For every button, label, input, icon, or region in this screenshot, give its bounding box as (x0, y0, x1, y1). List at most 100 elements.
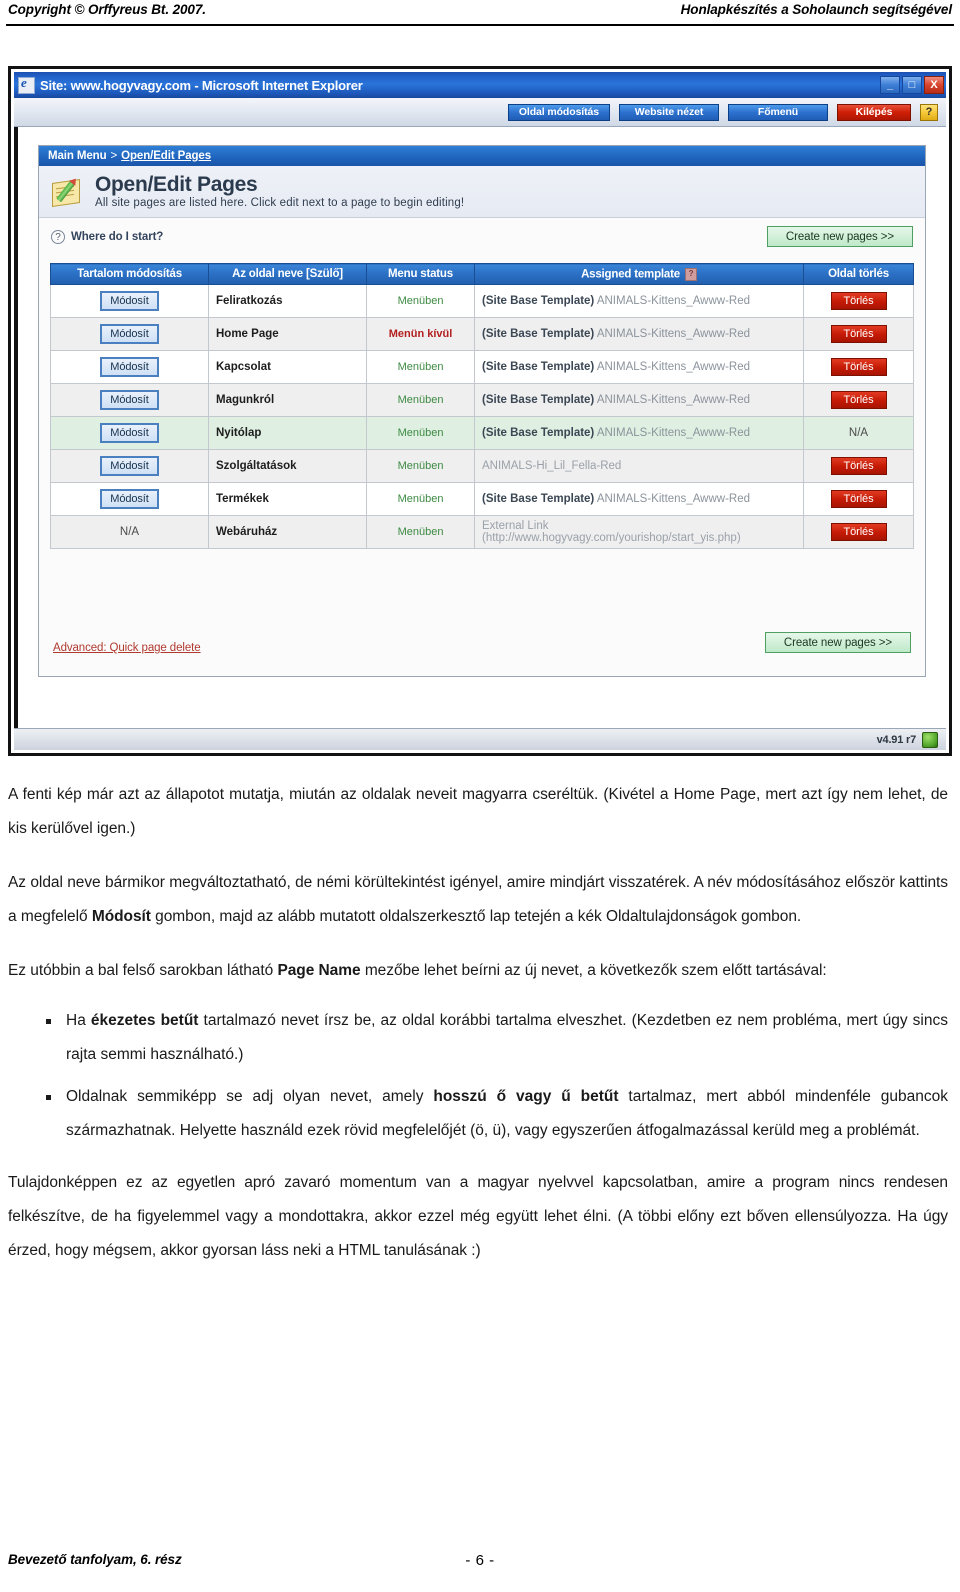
list-item: Oldalnak semmiképp se adj olyan nevet, a… (8, 1080, 948, 1148)
column-header-template-label: Assigned template (581, 268, 680, 281)
toolbar-button-website-nezet[interactable]: Website nézet (619, 103, 719, 121)
page-subtitle: All site pages are listed here. Click ed… (95, 197, 465, 210)
breadcrumb-separator: > (110, 150, 118, 162)
table-header-row: Tartalom módosítás Az oldal neve [Szülő]… (50, 263, 914, 285)
bullet-2-bold: hosszú ő vagy ű betűt (433, 1088, 619, 1105)
document-subject-text: Honlapkészítés a Soholaunch segítségével (680, 2, 952, 17)
template-base-label: (Site Base Template) (482, 394, 595, 406)
window-status-bar: v4.91 r7 (14, 728, 946, 750)
table-row: Módosít Magunkról Menüben (Site Base Tem… (50, 383, 914, 417)
paragraph-1: A fenti kép már azt az állapotot mutatja… (8, 778, 948, 846)
cell-delete: N/A (803, 416, 914, 450)
cell-name: Webáruház (208, 515, 367, 549)
template-base-label: (Site Base Template) (482, 328, 595, 340)
delete-unavailable-label: N/A (848, 427, 869, 439)
cell-name: Home Page (208, 317, 367, 351)
toolbar-button-kilepes[interactable]: Kilépés (837, 103, 911, 121)
paragraph-3-bold: Page Name (277, 962, 361, 979)
menu-status: Menüben (397, 493, 444, 505)
menu-status: Menüben (397, 427, 444, 439)
pages-table: Tartalom módosítás Az oldal neve [Szülő]… (50, 263, 914, 549)
create-new-pages-button-bottom[interactable]: Create new pages >> (764, 632, 911, 653)
page-name: Home Page (216, 328, 279, 340)
cell-delete: Törlés (803, 482, 914, 516)
close-icon[interactable]: X (924, 76, 944, 94)
help-and-actions-row: ? Where do I start? Create new pages >> (39, 218, 925, 262)
internet-explorer-icon (18, 75, 35, 94)
document-footer: Bevezető tanfolyam, 6. rész - 6 - (0, 1552, 960, 1574)
paragraph-1-text: A fenti kép már azt az állapotot mutatja… (8, 786, 948, 837)
edit-button[interactable]: Módosít (100, 489, 159, 509)
delete-button[interactable]: Törlés (830, 325, 887, 343)
edit-button[interactable]: Módosít (100, 423, 159, 443)
page-name: Kapcsolat (216, 361, 271, 373)
paragraph-2: Az oldal neve bármikor megváltoztatható,… (8, 866, 948, 934)
cell-template: External Link (http://www.hogyvagy.com/y… (474, 515, 804, 549)
bullet-1-text-b: tartalmazó nevet írsz be, az oldal koráb… (66, 1012, 948, 1063)
template-help-icon[interactable]: ? (684, 267, 697, 281)
advanced-quick-page-delete-link[interactable]: Advanced: Quick page delete (53, 642, 201, 654)
page-name: Magunkról (216, 394, 275, 406)
bullet-2-text-a: Oldalnak semmiképp se adj olyan nevet, a… (66, 1088, 434, 1105)
template-base-label: (Site Base Template) (482, 361, 595, 373)
cell-delete: Törlés (803, 449, 914, 483)
cell-name: Nyitólap (208, 416, 367, 450)
cell-status: Menüben (366, 284, 475, 318)
breadcrumb-root[interactable]: Main Menu (48, 150, 107, 162)
panel-bottom-row: Advanced: Quick page delete Create new p… (39, 626, 925, 666)
template-name: ANIMALS-Kittens_Awww-Red (594, 361, 750, 373)
cell-edit: Módosít (50, 416, 209, 450)
cell-template: (Site Base Template) ANIMALS-Kittens_Aww… (474, 383, 804, 417)
bullet-1-text-a: Ha (66, 1012, 91, 1029)
table-row: Módosít Nyitólap Menüben (Site Base Temp… (50, 416, 914, 450)
open-edit-pages-panel: Main Menu > Open/Edit Pages Open/Edit Pa… (38, 145, 926, 677)
create-new-pages-button-top[interactable]: Create new pages >> (766, 226, 913, 247)
delete-button[interactable]: Törlés (830, 457, 887, 475)
delete-button[interactable]: Törlés (830, 292, 887, 310)
page-title-band: Open/Edit Pages All site pages are liste… (39, 166, 925, 218)
page-name: Feliratkozás (216, 295, 283, 307)
column-header-name: Az oldal neve [Szülő] (208, 263, 367, 285)
delete-button[interactable]: Törlés (830, 523, 887, 541)
toolbar-button-oldal-modositas[interactable]: Oldal módosítás (507, 103, 610, 121)
cell-template: ANIMALS-Hi_Lil_Fella-Red (474, 449, 804, 483)
delete-button[interactable]: Törlés (830, 391, 887, 409)
template-name: ANIMALS-Kittens_Awww-Red (594, 427, 750, 439)
cell-edit: N/A (50, 515, 209, 549)
menu-status: Menüben (397, 361, 444, 373)
cell-status: Menüben (366, 350, 475, 384)
minimize-icon[interactable]: _ (880, 76, 900, 94)
cell-delete: Törlés (803, 317, 914, 351)
table-row: N/A Webáruház Menüben External Link (htt… (50, 515, 914, 549)
paragraph-2-text-b: gombon, majd az alább mutatott oldalszer… (150, 908, 802, 925)
template-name: External Link (http://www.hogyvagy.com/y… (482, 520, 741, 544)
header-divider (6, 24, 954, 26)
edit-button[interactable]: Módosít (100, 390, 159, 410)
version-label: v4.91 r7 (876, 733, 917, 746)
cell-template: (Site Base Template) ANIMALS-Kittens_Aww… (474, 482, 804, 516)
edit-button[interactable]: Módosít (100, 291, 159, 311)
cell-template: (Site Base Template) ANIMALS-Kittens_Aww… (474, 284, 804, 318)
delete-button[interactable]: Törlés (830, 358, 887, 376)
delete-button[interactable]: Törlés (830, 490, 887, 508)
cell-edit: Módosít (50, 383, 209, 417)
template-base-label: (Site Base Template) (482, 427, 595, 439)
table-row: Módosít Feliratkozás Menüben (Site Base … (50, 284, 914, 318)
breadcrumb-current[interactable]: Open/Edit Pages (121, 150, 211, 162)
edit-button[interactable]: Módosít (100, 456, 159, 476)
window-controls: _ □ X (880, 76, 944, 94)
paragraph-3-text-a: Ez utóbbin a bal felső sarokban látható (8, 962, 278, 979)
cell-name: Magunkról (208, 383, 367, 417)
toolbar-button-fomenu[interactable]: Főmenü (728, 103, 828, 121)
breadcrumb: Main Menu > Open/Edit Pages (39, 146, 925, 166)
help-icon[interactable]: ? (920, 103, 938, 121)
maximize-icon[interactable]: □ (902, 76, 922, 94)
edit-button[interactable]: Módosít (100, 324, 159, 344)
template-base-label: (Site Base Template) (482, 295, 595, 307)
paragraph-4-text: Tulajdonképpen ez az egyetlen apró zavar… (8, 1174, 948, 1259)
edit-button[interactable]: Módosít (100, 357, 159, 377)
cell-status: Menüben (366, 515, 475, 549)
template-name: ANIMALS-Kittens_Awww-Red (594, 295, 750, 307)
cell-edit: Módosít (50, 284, 209, 318)
where-do-i-start-link[interactable]: ? Where do I start? (51, 230, 163, 244)
